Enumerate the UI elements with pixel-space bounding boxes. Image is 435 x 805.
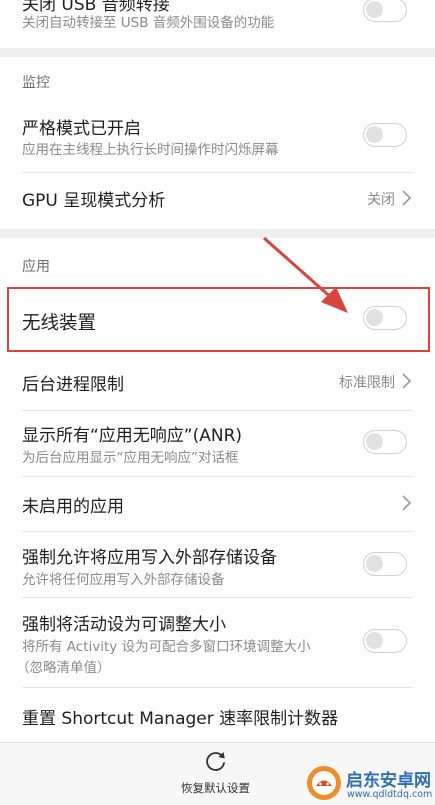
usb-audio-toggle[interactable] [363,0,407,22]
reset-shortcut-row[interactable]: 重置 Shortcut Manager 速率限制计数器 [0,688,435,742]
strict-mode-title: 严格模式已开启 [22,119,141,139]
show-anr-toggle[interactable] [363,430,407,454]
force-external-subtitle: 允许将任何应用写入外部存储设备 [22,572,225,588]
gpu-profile-title: GPU 呈现模式分析 [22,191,166,211]
background-limit-title: 后台进程限制 [22,375,124,395]
watermark-name: 启东安卓网 [346,771,431,791]
background-limit-value: 标准限制 [339,375,395,391]
monitor-section: 监控 严格模式已开启 应用在主线程上执行长时间操作时闪烁屏幕 GPU 呈现模式分… [0,57,435,229]
inactive-apps-title: 未启用的应用 [22,497,124,517]
strict-mode-row[interactable]: 严格模式已开启 应用在主线程上执行长时间操作时闪烁屏幕 [0,103,435,171]
strict-mode-toggle[interactable] [363,123,407,147]
chevron-right-icon [402,190,412,206]
chevron-right-icon [402,373,412,389]
strict-mode-subtitle: 应用在主线程上执行长时间操作时闪烁屏幕 [22,142,279,158]
force-external-row[interactable]: 强制允许将应用写入外部存储设备 允许将任何应用写入外部存储设备 [0,532,435,596]
force-resizable-subtitle-line1: 将所有 Activity 设为可配合多窗口环境调整大小 [22,639,311,655]
show-anr-row[interactable]: 显示所有“应用无响应”(ANR) 为后台应用显示“应用无响应”对话框 [0,411,435,475]
reset-shortcut-title: 重置 Shortcut Manager 速率限制计数器 [22,709,339,729]
highlight-frame [7,287,430,352]
force-resizable-toggle[interactable] [363,629,407,653]
gpu-profile-row[interactable]: GPU 呈现模式分析 关闭 [0,173,435,229]
force-external-title: 强制允许将应用写入外部存储设备 [22,548,277,568]
force-external-toggle[interactable] [363,552,407,576]
show-anr-title: 显示所有“应用无响应”(ANR) [22,426,243,446]
monitor-section-header: 监控 [22,75,50,91]
force-resizable-subtitle-line2: （忽略清单值） [16,660,111,676]
apps-section-header: 应用 [22,259,50,275]
background-limit-row[interactable]: 后台进程限制 标准限制 [0,355,435,409]
gpu-profile-value: 关闭 [367,192,395,208]
show-anr-subtitle: 为后台应用显示“应用无响应”对话框 [22,450,239,466]
watermark-logo-icon [307,766,341,800]
inactive-apps-row[interactable]: 未启用的应用 [0,477,435,530]
force-resizable-row[interactable]: 强制将活动设为可调整大小 将所有 Activity 设为可配合多窗口环境调整大小… [0,598,435,686]
watermark-url: www.qdldtdq.com [347,789,433,800]
usb-audio-card: 关闭 USB 音频转接 关闭自动转接至 USB 音频外围设备的功能 [0,0,435,48]
restore-icon[interactable] [203,749,229,775]
restore-defaults-button[interactable]: 恢复默认设置 [181,780,250,796]
chevron-right-icon [402,495,412,511]
force-resizable-title: 强制将活动设为可调整大小 [22,615,226,635]
usb-audio-subtitle: 关闭自动转接至 USB 音频外围设备的功能 [22,15,275,31]
